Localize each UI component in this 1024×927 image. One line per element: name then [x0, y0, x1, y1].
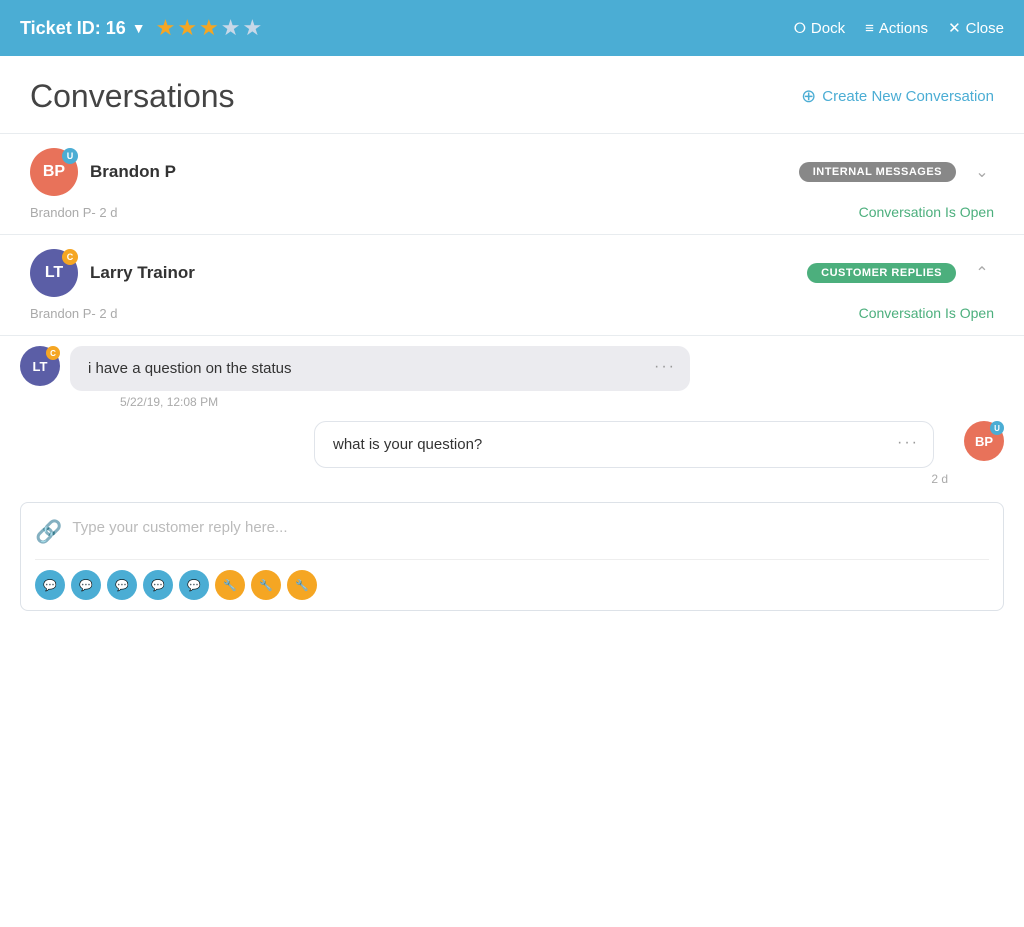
conv-top-2: LT C Larry Trainor CUSTOMER REPLIES ⌃ — [30, 249, 994, 297]
reply-box: 🔗 Type your customer reply here... 💬 💬 💬… — [20, 502, 1004, 611]
collapse-button-1[interactable]: ⌄ — [970, 162, 994, 182]
msg-options-1[interactable]: ··· — [654, 358, 676, 376]
main-content: Conversations ⊕ Create New Conversation … — [0, 56, 1024, 927]
ticket-id: Ticket ID: 16 ▼ — [20, 18, 146, 39]
star-2[interactable]: ★ — [177, 15, 197, 41]
reply-input[interactable]: Type your customer reply here... — [72, 517, 989, 547]
plus-circle-icon: ⊕ — [801, 86, 816, 107]
actions-button[interactable]: ≡ Actions — [865, 20, 928, 37]
toolbar-icon-4[interactable]: 💬 — [143, 570, 173, 600]
star-4[interactable]: ★ — [221, 15, 241, 41]
close-label: Close — [966, 20, 1004, 37]
create-new-conversation-button[interactable]: ⊕ Create New Conversation — [801, 86, 994, 107]
conv-top-1: BP U Brandon P INTERNAL MESSAGES ⌄ — [30, 148, 994, 196]
conv-status-1: Conversation Is Open — [859, 204, 994, 220]
msg-bubble-container-2: what is your question? ··· — [314, 421, 954, 468]
toolbar-icon-5[interactable]: 💬 — [179, 570, 209, 600]
conv-tag-2: CUSTOMER REPLIES — [807, 263, 956, 283]
msg-text-1: i have a question on the status — [88, 360, 291, 377]
conv-name-2: Larry Trainor — [90, 263, 195, 283]
reply-toolbar: 💬 💬 💬 💬 💬 🔧 🔧 🔧 — [35, 559, 989, 600]
toolbar-icon-8[interactable]: 🔧 — [287, 570, 317, 600]
msg-options-2[interactable]: ··· — [897, 434, 919, 452]
avatar-badge-1: U — [62, 148, 78, 164]
conv-name-1: Brandon P — [90, 162, 176, 182]
toolbar-icon-7[interactable]: 🔧 — [251, 570, 281, 600]
avatar-initials-1: BP — [43, 163, 65, 181]
conv-left-1: BP U Brandon P — [30, 148, 176, 196]
reply-input-row: 🔗 Type your customer reply here... — [35, 517, 989, 547]
avatar-larry: LT C — [30, 249, 78, 297]
attachment-icon[interactable]: 🔗 — [35, 519, 62, 545]
msg-avatar-badge-1: C — [46, 346, 60, 360]
toolbar-icon-2[interactable]: 💬 — [71, 570, 101, 600]
conv-status-2: Conversation Is Open — [859, 305, 994, 321]
ticket-dropdown-chevron[interactable]: ▼ — [132, 20, 146, 36]
create-new-label: Create New Conversation — [822, 88, 994, 105]
conv-right-1: INTERNAL MESSAGES ⌄ — [799, 162, 994, 182]
close-button[interactable]: ✕ Close — [948, 19, 1004, 37]
avatar-initials-2: LT — [45, 264, 63, 282]
conv-left-2: LT C Larry Trainor — [30, 249, 195, 297]
close-icon: ✕ — [948, 19, 961, 37]
header-right: ⭘ Dock ≡ Actions ✕ Close — [794, 19, 1004, 37]
conv-meta-text-2: Brandon P- 2 d — [30, 306, 117, 321]
conv-meta-text-1: Brandon P- 2 d — [30, 205, 117, 220]
collapse-button-2[interactable]: ⌃ — [970, 263, 994, 283]
msg-bubble-1: i have a question on the status ··· — [70, 346, 690, 391]
conversations-title: Conversations — [30, 78, 235, 115]
avatar-badge-2: C — [62, 249, 78, 265]
star-rating[interactable]: ★ ★ ★ ★ ★ — [156, 15, 263, 41]
dock-icon: ⭘ — [794, 20, 806, 37]
dock-label: Dock — [811, 20, 845, 37]
conv-tag-1: INTERNAL MESSAGES — [799, 162, 956, 182]
dock-button[interactable]: ⭘ Dock — [794, 20, 845, 37]
conversations-header: Conversations ⊕ Create New Conversation — [0, 56, 1024, 134]
ticket-id-text: Ticket ID: 16 — [20, 18, 126, 39]
conversation-row-2: LT C Larry Trainor CUSTOMER REPLIES ⌃ Br… — [0, 235, 1024, 336]
msg-time-1: 5/22/19, 12:08 PM — [70, 395, 1004, 409]
header-left: Ticket ID: 16 ▼ ★ ★ ★ ★ ★ — [20, 15, 262, 41]
conv-meta-2: Brandon P- 2 d Conversation Is Open — [30, 305, 994, 321]
star-3[interactable]: ★ — [199, 15, 219, 41]
msg-time-2: 2 d — [20, 472, 1004, 486]
toolbar-icon-6[interactable]: 🔧 — [215, 570, 245, 600]
star-1[interactable]: ★ — [156, 15, 176, 41]
toolbar-icon-3[interactable]: 💬 — [107, 570, 137, 600]
actions-label: Actions — [879, 20, 928, 37]
avatar-brandon: BP U — [30, 148, 78, 196]
msg-avatar-2: BP U — [964, 421, 1004, 461]
msg-avatar-badge-2: U — [990, 421, 1004, 435]
actions-icon: ≡ — [865, 20, 874, 37]
conv-meta-1: Brandon P- 2 d Conversation Is Open — [30, 204, 994, 220]
message-row-2: what is your question? ··· BP U — [20, 421, 1004, 468]
conversation-row-1: BP U Brandon P INTERNAL MESSAGES ⌄ Brand… — [0, 134, 1024, 235]
message-row-1: LT C i have a question on the status ··· — [20, 346, 1004, 391]
msg-text-2: what is your question? — [333, 436, 482, 453]
conv-right-2: CUSTOMER REPLIES ⌃ — [807, 263, 994, 283]
toolbar-icon-1[interactable]: 💬 — [35, 570, 65, 600]
msg-avatar-1: LT C — [20, 346, 60, 386]
header: Ticket ID: 16 ▼ ★ ★ ★ ★ ★ ⭘ Dock ≡ Actio… — [0, 0, 1024, 56]
star-5[interactable]: ★ — [243, 15, 263, 41]
messages-area: LT C i have a question on the status ···… — [0, 336, 1024, 486]
msg-bubble-2: what is your question? ··· — [314, 421, 934, 468]
msg-bubble-container-1: i have a question on the status ··· — [70, 346, 1004, 391]
